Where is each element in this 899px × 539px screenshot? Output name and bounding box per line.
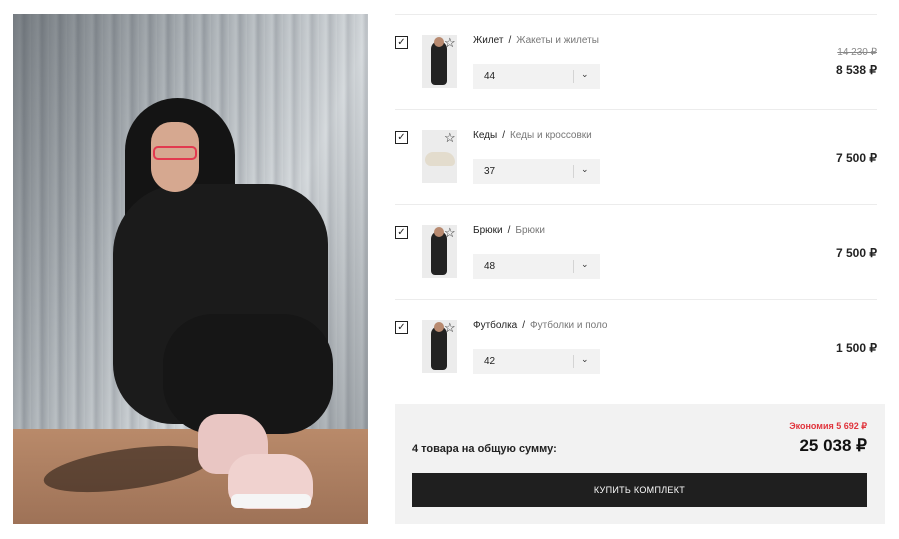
select-divider [573, 165, 574, 178]
total-label: 4 товара на общую сумму: [412, 443, 557, 455]
select-divider [573, 70, 574, 83]
product-list: ✓ ☆ Жилет / Жакеты и жилеты 44 ⌄ 14 230 ₽ … [395, 14, 877, 394]
size-select[interactable]: 44 ⌄ [473, 64, 600, 89]
product-name[interactable]: Кеды [473, 130, 497, 141]
product-title: Жилет / Жакеты и жилеты [473, 35, 599, 47]
product-title: Кеды / Кеды и кроссовки [473, 130, 592, 142]
size-value: 37 [484, 166, 496, 177]
product-row-sneakers: ✓ ☆ Кеды / Кеды и кроссовки 37 ⌄ 7 500 ₽ [395, 109, 877, 204]
product-title: Брюки / Брюки [473, 225, 545, 237]
size-value: 42 [484, 356, 496, 367]
product-row-vest: ✓ ☆ Жилет / Жакеты и жилеты 44 ⌄ 14 230 ₽ … [395, 14, 877, 109]
select-checkbox[interactable]: ✓ [395, 131, 408, 144]
size-value: 44 [484, 71, 496, 82]
product-price: 1 500 ₽ [836, 341, 877, 355]
product-name[interactable]: Брюки [473, 225, 503, 236]
chevron-down-icon: ⌄ [581, 69, 589, 79]
product-category[interactable]: Кеды и кроссовки [510, 130, 592, 141]
chevron-down-icon: ⌄ [581, 354, 589, 364]
favorite-star-icon[interactable]: ☆ [444, 36, 456, 49]
title-separator: / [502, 130, 505, 141]
product-name[interactable]: Футболка [473, 320, 517, 331]
figure-head [434, 322, 444, 332]
select-divider [573, 355, 574, 368]
model-glasses [153, 146, 197, 160]
product-row-trousers: ✓ ☆ Брюки / Брюки 48 ⌄ 7 500 ₽ [395, 204, 877, 299]
size-select[interactable]: 42 ⌄ [473, 349, 600, 374]
title-separator: / [522, 320, 526, 331]
product-category[interactable]: Футболки и поло [530, 320, 607, 331]
chevron-down-icon: ⌄ [581, 259, 589, 269]
product-category[interactable]: Брюки [515, 225, 545, 236]
size-select[interactable]: 37 ⌄ [473, 159, 600, 184]
sneaker-figure [425, 152, 455, 166]
product-price: 8 538 ₽ [836, 63, 877, 77]
size-select[interactable]: 48 ⌄ [473, 254, 600, 279]
figure-head [434, 227, 444, 237]
buy-set-button[interactable]: КУПИТЬ КОМПЛЕКТ [412, 473, 867, 507]
sneaker-sole [231, 494, 311, 508]
select-checkbox[interactable]: ✓ [395, 321, 408, 334]
product-price: 7 500 ₽ [836, 151, 877, 165]
favorite-star-icon[interactable]: ☆ [444, 131, 456, 144]
product-price: 7 500 ₽ [836, 246, 877, 260]
total-price: 25 038 ₽ [799, 436, 867, 455]
select-divider [573, 260, 574, 273]
order-summary: Экономия 5 692 ₽ 4 товара на общую сумму… [395, 404, 885, 524]
product-title: Футболка / Футболки и поло [473, 320, 608, 332]
select-checkbox[interactable]: ✓ [395, 226, 408, 239]
product-row-tshirt: ✓ ☆ Футболка / Футболки и поло 42 ⌄ 1 500 … [395, 299, 877, 394]
select-checkbox[interactable]: ✓ [395, 36, 408, 49]
title-separator: / [507, 225, 511, 236]
product-name[interactable]: Жилет [473, 35, 503, 46]
favorite-star-icon[interactable]: ☆ [444, 226, 456, 239]
title-separator: / [508, 35, 512, 46]
size-value: 48 [484, 261, 496, 272]
product-category[interactable]: Жакеты и жилеты [516, 35, 599, 46]
savings-text: Экономия 5 692 ₽ [789, 421, 867, 431]
chevron-down-icon: ⌄ [581, 164, 589, 174]
old-price: 14 230 ₽ [837, 47, 877, 58]
hero-photo [13, 14, 368, 524]
favorite-star-icon[interactable]: ☆ [444, 321, 456, 334]
figure-head [434, 37, 444, 47]
